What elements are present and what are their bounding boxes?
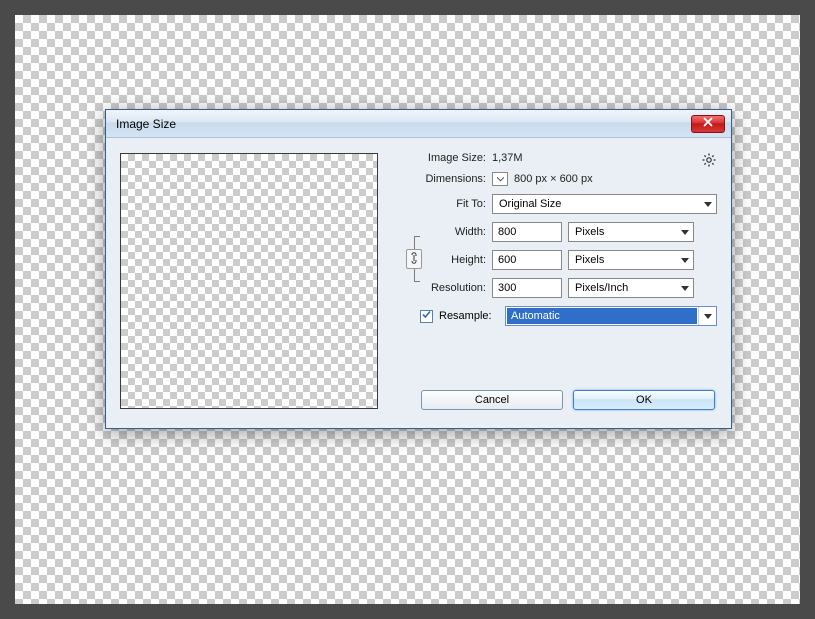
close-button[interactable]: [691, 115, 725, 133]
resample-method-select[interactable]: Automatic: [505, 306, 717, 326]
resample-label: Resample:: [439, 310, 499, 322]
dimensions-value: 800 px × 600 px: [514, 173, 593, 185]
constrain-proportions-button[interactable]: [406, 249, 422, 268]
resample-value: Automatic: [511, 310, 560, 322]
image-size-dialog: Image Size Image Size: 1,37M Dimensions:: [105, 109, 732, 429]
image-size-label: Image Size:: [396, 152, 486, 164]
chevron-down-icon: [497, 173, 504, 185]
dimensions-label: Dimensions:: [396, 173, 486, 185]
preview-thumbnail: [120, 153, 378, 409]
cancel-button[interactable]: Cancel: [421, 390, 563, 410]
dialog-title: Image Size: [116, 117, 176, 131]
gear-icon: [701, 159, 717, 171]
resample-checkbox[interactable]: [420, 310, 433, 323]
width-unit-select[interactable]: Pixels: [568, 222, 694, 242]
ok-button[interactable]: OK: [573, 390, 715, 410]
height-unit-select[interactable]: Pixels: [568, 250, 694, 270]
close-icon: [703, 117, 713, 130]
chevron-down-icon: [681, 254, 689, 266]
settings-gear-button[interactable]: [701, 152, 717, 168]
height-input[interactable]: [492, 250, 562, 270]
resolution-input[interactable]: [492, 278, 562, 298]
resolution-label: Resolution:: [396, 282, 486, 294]
fit-to-label: Fit To:: [396, 198, 486, 210]
image-size-value: 1,37M: [492, 152, 523, 164]
height-label: Height:: [422, 254, 486, 266]
chevron-down-icon: [704, 310, 712, 322]
width-input[interactable]: [492, 222, 562, 242]
height-unit-value: Pixels: [575, 254, 604, 266]
resolution-unit-select[interactable]: Pixels/Inch: [568, 278, 694, 298]
chevron-down-icon: [681, 282, 689, 294]
fit-to-select[interactable]: Original Size: [492, 194, 717, 214]
check-icon: [422, 310, 431, 322]
width-unit-value: Pixels: [575, 226, 604, 238]
dimensions-unit-dropdown[interactable]: [492, 172, 508, 186]
width-label: Width:: [422, 226, 486, 238]
fit-to-value: Original Size: [499, 198, 561, 210]
resolution-unit-value: Pixels/Inch: [575, 282, 628, 294]
constrain-proportions-group: [404, 236, 424, 282]
link-icon: [410, 251, 418, 268]
chevron-down-icon: [704, 198, 712, 210]
chevron-down-icon: [681, 226, 689, 238]
dialog-titlebar[interactable]: Image Size: [106, 110, 731, 138]
